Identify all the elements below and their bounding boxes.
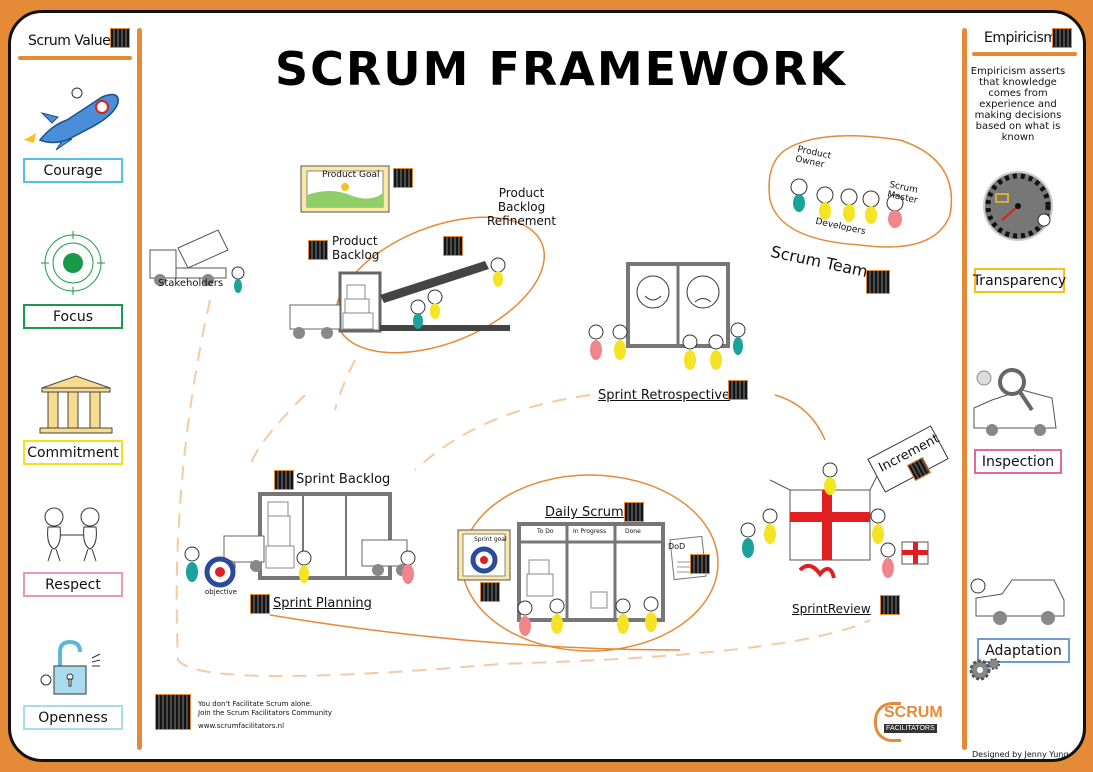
sprint-backlog-board-illustration <box>184 492 416 588</box>
sprint-review-label: SprintReview <box>792 602 871 616</box>
stakeholders-label: Stakeholders <box>158 278 224 289</box>
dod-label: DoD <box>668 542 686 551</box>
sprint-goal-label: Sprint goal <box>474 536 507 543</box>
sprint-retrospective-qr-code[interactable] <box>728 380 748 400</box>
logo-line2: FACILITATORS <box>884 724 937 733</box>
refinement-line2: Backlog <box>497 200 546 214</box>
product-goal-label: Product Goal <box>322 170 380 180</box>
scrum-team-qr-code[interactable] <box>866 270 890 294</box>
scrum-facilitators-logo: SCRUM FACILITATORS <box>874 700 943 744</box>
community-text: You don't Facilitate Scrum alone. Join t… <box>198 700 332 731</box>
community-qr-code[interactable] <box>155 694 191 730</box>
sprint-planning-label: Sprint Planning <box>273 596 372 611</box>
designer-credit: Designed by Jenny Yung <box>972 750 1069 759</box>
flow-dashed-inner <box>249 394 306 471</box>
daily-scrum-label: Daily Scrum <box>545 505 624 520</box>
board-column-in-progress: In Progress <box>573 528 607 535</box>
board-column-done: Done <box>625 528 641 535</box>
objective-label: objective <box>205 588 237 596</box>
daily-scrum-qr-code[interactable] <box>624 502 644 522</box>
community-line2: Join the Scrum Facilitators Community <box>198 709 332 717</box>
dod-qr-code[interactable] <box>690 554 710 574</box>
refinement-line3: Refinement <box>487 214 557 228</box>
flow-dashed-pb-to-sb <box>334 359 356 411</box>
conveyor-belt-illustration <box>289 257 510 339</box>
community-line1: You don't Facilitate Scrum alone. <box>198 700 313 708</box>
refinement-qr-code[interactable] <box>443 236 463 256</box>
board-column-todo: To Do <box>537 528 554 535</box>
product-goal-qr-code[interactable] <box>393 168 413 188</box>
sprint-retrospective-label: Sprint Retrospective <box>598 388 731 403</box>
flow-arrow-review-to-retro <box>774 394 826 441</box>
community-website[interactable]: www.scrumfacilitators.nl <box>198 722 332 731</box>
sprint-backlog-label: Sprint Backlog <box>296 472 391 487</box>
refinement-line1: Product <box>498 186 545 200</box>
logo-line1: SCRUM <box>884 704 943 721</box>
sprint-planning-qr-code[interactable] <box>250 594 270 614</box>
flow-paths <box>175 135 953 678</box>
refinement-label: Product Backlog Refinement <box>487 186 556 228</box>
product-backlog-line1: Product <box>332 234 378 248</box>
retrospective-board-illustration <box>588 262 746 370</box>
flow-dashed-retro <box>414 394 591 471</box>
sprint-backlog-qr-code[interactable] <box>274 470 294 490</box>
sprint-review-qr-code[interactable] <box>880 595 900 615</box>
sprint-goal-qr-code[interactable] <box>480 582 500 602</box>
